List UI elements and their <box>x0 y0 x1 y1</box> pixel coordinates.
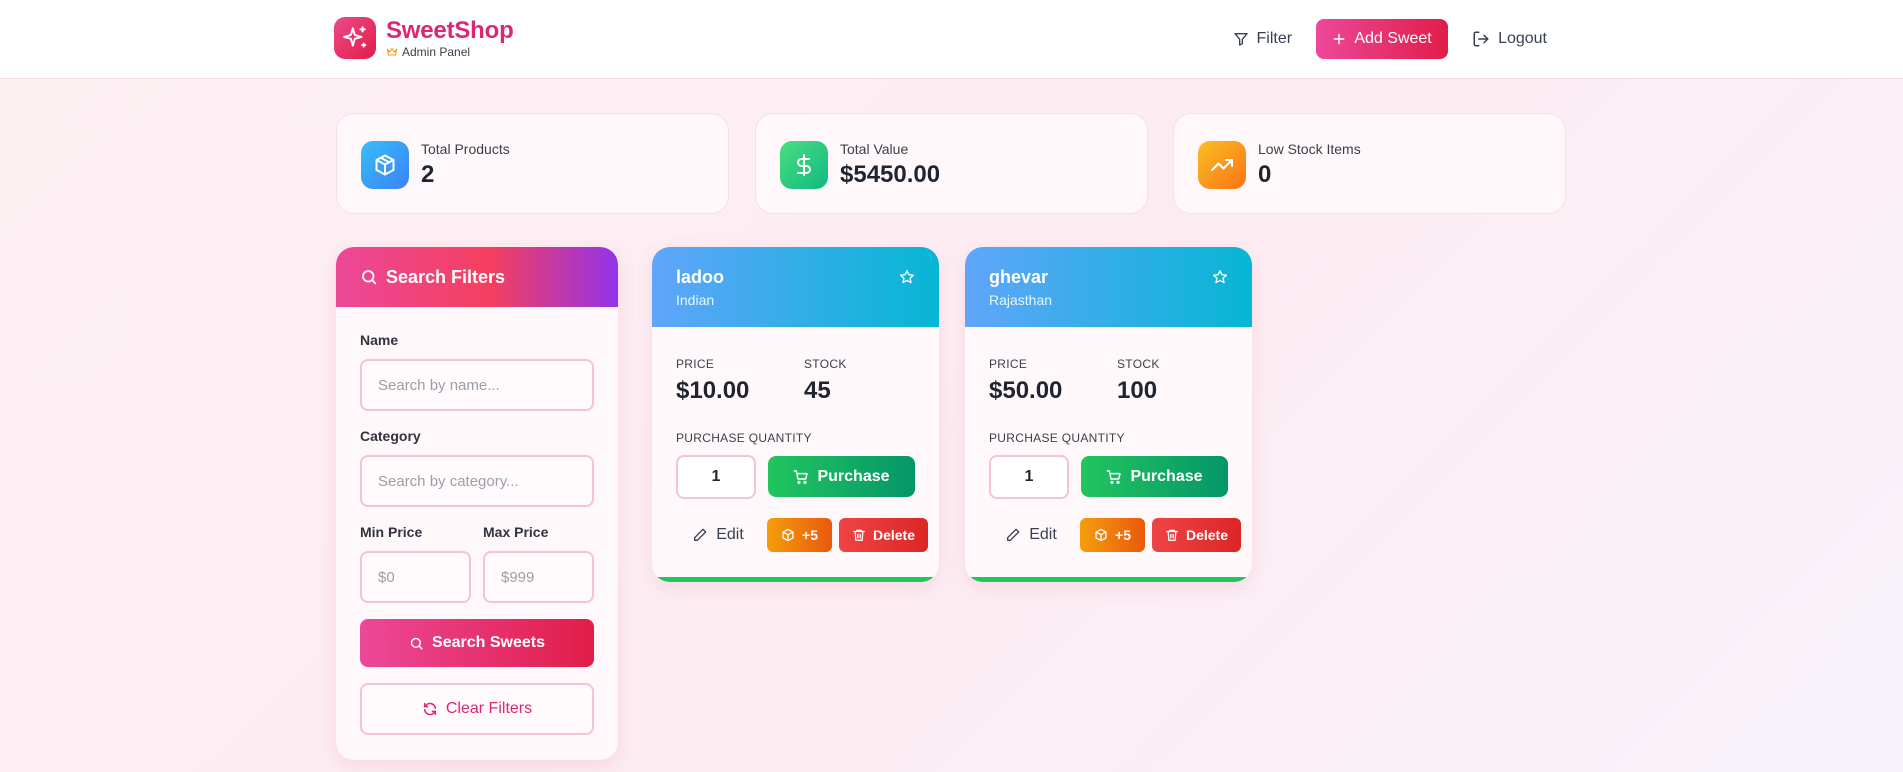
product-category: Rajasthan <box>989 292 1053 308</box>
purchase-button[interactable]: Purchase <box>768 456 915 497</box>
product-card-header: ladoo Indian <box>652 247 939 327</box>
shopping-cart-icon <box>793 469 817 485</box>
product-stock: 100 <box>1117 377 1158 404</box>
logout-button[interactable]: Logout <box>1460 19 1559 59</box>
product-category: Indian <box>676 292 715 308</box>
filters-title: Search Filters <box>386 266 506 287</box>
purchase-label: Purchase <box>1130 467 1203 485</box>
stat-value: 0 <box>1258 161 1272 188</box>
trash-icon <box>1165 528 1186 542</box>
shopping-cart-icon <box>1106 469 1130 485</box>
filter-button-label: Filter <box>1256 30 1293 47</box>
product-name: ladoo <box>676 267 724 287</box>
logout-label: Logout <box>1498 30 1547 47</box>
add-sweet-label: Add Sweet <box>1354 30 1432 47</box>
clear-filters-label: Clear Filters <box>445 700 533 717</box>
plus-icon <box>1332 32 1354 46</box>
min-price-input[interactable]: $0 <box>360 551 471 603</box>
edit-button[interactable]: Edit <box>682 518 754 552</box>
restock-button[interactable]: +5 <box>767 518 832 552</box>
clear-filters-button[interactable]: Clear Filters <box>360 683 594 735</box>
pencil-icon <box>1005 527 1029 543</box>
product-card-header: ghevar Rajasthan <box>965 247 1252 327</box>
product-price: $50.00 <box>989 377 1063 404</box>
price-label: PRICE <box>989 357 1028 371</box>
max-price-input[interactable]: $999 <box>483 551 594 603</box>
dollar-icon <box>780 141 828 189</box>
filter-button[interactable]: Filter <box>1221 19 1305 59</box>
search-sweets-button[interactable]: Search Sweets <box>360 619 594 667</box>
package-icon <box>361 141 409 189</box>
name-label: Name <box>360 332 399 348</box>
delete-label: Delete <box>1185 527 1229 543</box>
package-icon <box>781 528 802 542</box>
category-label: Category <box>360 428 421 444</box>
brand-subtitle: Admin Panel <box>402 45 471 59</box>
trending-up-icon <box>1198 141 1246 189</box>
stat-value: 2 <box>421 161 435 188</box>
stat-label: Total Value <box>840 141 909 157</box>
purchase-quantity-label: PURCHASE QUANTITY <box>989 431 1125 445</box>
brand-name: SweetShop <box>386 17 514 44</box>
star-icon[interactable] <box>1212 269 1228 285</box>
quantity-input[interactable]: 1 <box>989 455 1069 499</box>
search-icon <box>360 268 386 286</box>
purchase-quantity-label: PURCHASE QUANTITY <box>676 431 812 445</box>
purchase-button[interactable]: Purchase <box>1081 456 1228 497</box>
restock-button[interactable]: +5 <box>1080 518 1145 552</box>
quantity-input[interactable]: 1 <box>676 455 756 499</box>
filters-header: Search Filters <box>336 247 618 307</box>
product-stock: 45 <box>804 377 831 404</box>
stock-label: STOCK <box>804 357 847 371</box>
delete-button[interactable]: Delete <box>839 518 928 552</box>
price-label: PRICE <box>676 357 715 371</box>
card-stock-bar <box>965 577 1252 582</box>
name-search-input[interactable]: Search by name... <box>360 359 594 411</box>
stat-value: $5450.00 <box>840 161 941 188</box>
delete-button[interactable]: Delete <box>1152 518 1241 552</box>
top-navbar: SweetShop Admin Panel Filter Add Sweet L… <box>0 0 1903 79</box>
trash-icon <box>852 528 873 542</box>
stock-label: STOCK <box>1117 357 1160 371</box>
edit-button[interactable]: Edit <box>995 518 1067 552</box>
edit-label: Edit <box>1029 526 1057 543</box>
product-price: $10.00 <box>676 377 750 404</box>
search-sweets-label: Search Sweets <box>432 634 545 651</box>
restock-label: +5 <box>1115 527 1131 543</box>
max-price-label: Max Price <box>483 524 549 540</box>
stat-card-total-value: Total Value $5450.00 <box>755 113 1148 214</box>
pencil-icon <box>692 527 716 543</box>
stat-label: Total Products <box>421 141 510 157</box>
sparkles-logo-icon <box>334 17 376 59</box>
refresh-icon <box>422 701 446 717</box>
min-price-label: Min Price <box>360 524 423 540</box>
edit-label: Edit <box>716 526 744 543</box>
star-icon[interactable] <box>899 269 915 285</box>
category-search-input[interactable]: Search by category... <box>360 455 594 507</box>
stat-card-low-stock: Low Stock Items 0 <box>1173 113 1566 214</box>
logout-icon <box>1472 30 1498 48</box>
stat-card-total-products: Total Products 2 <box>336 113 729 214</box>
filter-icon <box>1233 31 1257 47</box>
search-icon <box>409 636 432 651</box>
product-card: ghevar Rajasthan PRICE $50.00 STOCK 100 … <box>965 247 1252 582</box>
crown-icon <box>386 46 398 58</box>
stat-label: Low Stock Items <box>1258 141 1361 157</box>
purchase-label: Purchase <box>817 467 890 485</box>
delete-label: Delete <box>872 527 916 543</box>
restock-label: +5 <box>802 527 818 543</box>
search-filters-panel: Search Filters Name Search by name... Ca… <box>336 247 618 760</box>
package-icon <box>1094 528 1115 542</box>
brand[interactable]: SweetShop Admin Panel <box>334 17 514 59</box>
product-name: ghevar <box>989 267 1049 287</box>
card-stock-bar <box>652 577 939 582</box>
add-sweet-button[interactable]: Add Sweet <box>1316 19 1449 59</box>
product-card: ladoo Indian PRICE $10.00 STOCK 45 PURCH… <box>652 247 939 582</box>
